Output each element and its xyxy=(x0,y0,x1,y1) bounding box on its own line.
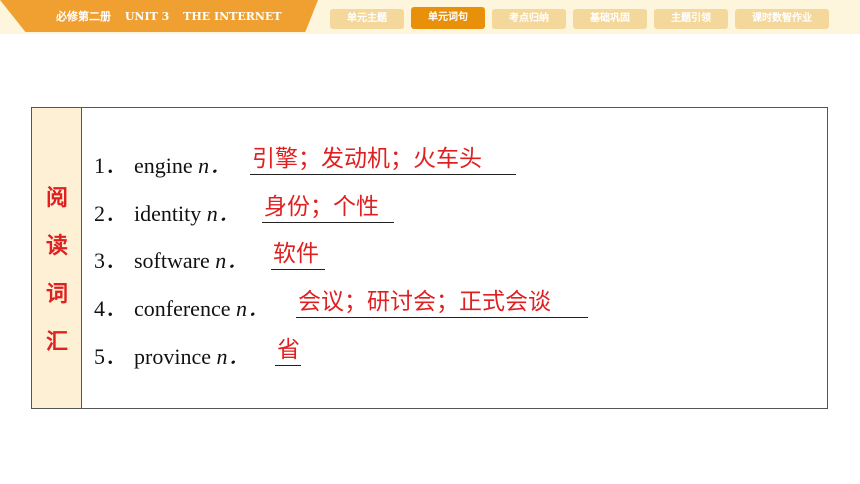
unit-title: 必修第二册 UNIT 3 THE INTERNET xyxy=(56,8,292,24)
item-pos: n． xyxy=(206,201,240,226)
item-word: province xyxy=(134,344,211,369)
nav-theme-lead-button[interactable]: 主题引领 xyxy=(654,9,728,29)
nav-unit-vocab-button[interactable]: 单元词句 xyxy=(411,7,485,29)
nav-homework-button[interactable]: 课时数智作业 xyxy=(735,9,829,29)
item-number: 5． xyxy=(94,344,128,369)
section-label-char: 汇 xyxy=(45,329,68,355)
unit-title-tab: 必修第二册 UNIT 3 THE INTERNET xyxy=(0,0,318,32)
book-name: 必修第二册 xyxy=(56,10,111,23)
answer-blank xyxy=(271,269,325,270)
unit-number: UNIT 3 xyxy=(124,10,170,23)
item-answer: 软件 xyxy=(273,241,319,267)
vocab-item: 4． conference n． xyxy=(94,291,269,321)
answer-blank xyxy=(262,222,394,223)
section-label-char: 读 xyxy=(45,233,68,259)
vocab-item: 2． identity n． xyxy=(94,196,240,226)
answer-blank xyxy=(296,317,588,318)
item-answer: 会议；研讨会；正式会谈 xyxy=(298,289,551,315)
item-pos: n． xyxy=(215,248,249,273)
item-number: 1． xyxy=(94,153,128,178)
nav-unit-theme-button[interactable]: 单元主题 xyxy=(330,9,404,29)
unit-topic: THE INTERNET xyxy=(183,10,282,23)
item-word: conference xyxy=(134,296,231,321)
nav-basic-practice-button[interactable]: 基础巩固 xyxy=(573,9,647,29)
item-pos: n． xyxy=(216,344,250,369)
vocab-item: 5． province n． xyxy=(94,339,249,369)
answer-blank xyxy=(250,174,516,175)
item-word: software xyxy=(134,248,210,273)
section-label-char: 词 xyxy=(45,281,68,307)
item-pos: n． xyxy=(235,296,269,321)
item-word: engine xyxy=(134,153,193,178)
item-number: 2． xyxy=(94,201,128,226)
section-label-char: 阅 xyxy=(45,185,68,211)
item-pos: n． xyxy=(198,153,232,178)
item-number: 4． xyxy=(94,296,128,321)
vocab-card: 阅 读 词 汇 1． engine n． 引擎；发动机；火车头 2． identit… xyxy=(31,107,828,409)
item-answer: 引擎；发动机；火车头 xyxy=(252,146,482,172)
answer-blank xyxy=(275,365,301,366)
top-header: 必修第二册 UNIT 3 THE INTERNET 单元主题 单元词句 考点归纳… xyxy=(0,0,860,34)
vocab-item: 1． engine n． xyxy=(94,148,231,178)
section-label: 阅 读 词 汇 xyxy=(32,108,82,408)
item-answer: 身份；个性 xyxy=(264,194,379,220)
item-number: 3． xyxy=(94,248,128,273)
item-word: identity xyxy=(134,201,202,226)
item-answer: 省 xyxy=(277,337,300,363)
vocab-item: 3． software n． xyxy=(94,243,248,273)
nav-key-points-button[interactable]: 考点归纳 xyxy=(492,9,566,29)
